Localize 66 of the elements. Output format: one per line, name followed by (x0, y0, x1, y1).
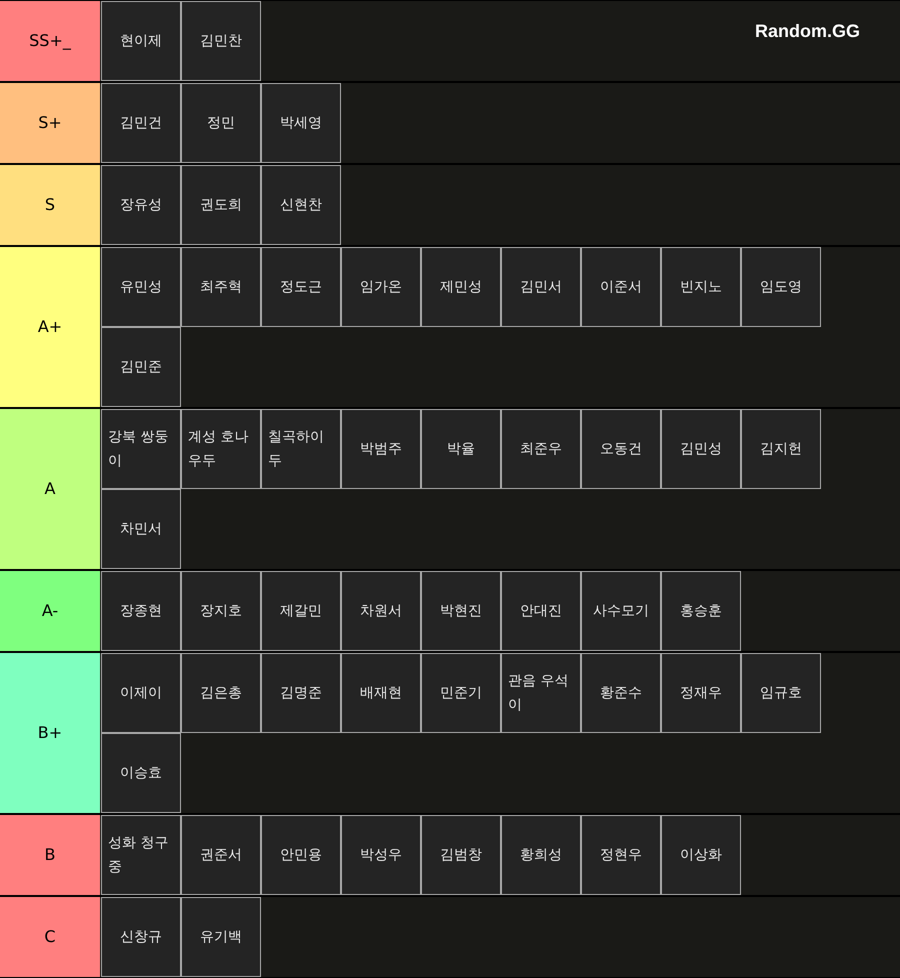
tier-item[interactable]: 현이제 (101, 1, 181, 81)
tier-item[interactable]: 최주혁 (181, 247, 261, 327)
tier-item[interactable]: 임도영 (741, 247, 821, 327)
tier-item[interactable]: 정재우 (661, 653, 741, 733)
tier-label: SS+_ (0, 1, 100, 81)
tier-item[interactable]: 임규호 (741, 653, 821, 733)
tier-item[interactable]: 최준우 (501, 409, 581, 489)
tier-item[interactable]: 홍승훈 (661, 571, 741, 651)
tier-item[interactable]: 임가온 (341, 247, 421, 327)
tier-item[interactable]: 김민준 (101, 327, 181, 407)
tier-item[interactable]: 김명준 (261, 653, 341, 733)
tier-item[interactable]: 정도근 (261, 247, 341, 327)
tier-item[interactable]: 김민서 (501, 247, 581, 327)
tier-label: A- (0, 571, 100, 651)
tier-label: B (0, 815, 100, 895)
tier-item[interactable]: 김은총 (181, 653, 261, 733)
tier-item[interactable]: 안민용 (261, 815, 341, 895)
tier-item[interactable]: 오동건 (581, 409, 661, 489)
tier-label: A+ (0, 247, 100, 407)
tier-item[interactable]: 이제이 (101, 653, 181, 733)
tier-item[interactable]: 박세영 (261, 83, 341, 163)
site-logo: Random.GG (754, 20, 860, 43)
tier-item[interactable]: 신현찬 (261, 165, 341, 245)
tier-item[interactable]: 박현진 (421, 571, 501, 651)
tier-item[interactable]: 사수모기 (581, 571, 661, 651)
tier-item[interactable]: 김민찬 (181, 1, 261, 81)
tier-item[interactable]: 장종현 (101, 571, 181, 651)
tier-item[interactable]: 김민건 (101, 83, 181, 163)
tier-item[interactable]: 차민서 (101, 489, 181, 569)
tier-item[interactable]: 성화 청구중 (101, 815, 181, 895)
tier-label: A (0, 409, 100, 569)
tier-item[interactable]: 제민성 (421, 247, 501, 327)
tier-item[interactable]: 김지헌 (741, 409, 821, 489)
tier-item[interactable]: 이준서 (581, 247, 661, 327)
tier-label: S+ (0, 83, 100, 163)
tier-item[interactable]: 김범창 (421, 815, 501, 895)
tier-item[interactable]: 김민성 (661, 409, 741, 489)
tier-item[interactable]: 배재현 (341, 653, 421, 733)
tier-item[interactable]: 권도희 (181, 165, 261, 245)
tier-item[interactable]: 황희성 (501, 815, 581, 895)
tier-item[interactable]: 장유성 (101, 165, 181, 245)
tier-item[interactable]: 이상화 (661, 815, 741, 895)
tier-item[interactable]: 관음 우석이 (501, 653, 581, 733)
tier-item[interactable]: 민준기 (421, 653, 501, 733)
tier-item[interactable]: 칠곡하이두 (261, 409, 341, 489)
tier-label: C (0, 897, 100, 977)
tier-item[interactable]: 안대진 (501, 571, 581, 651)
tier-item[interactable]: 권준서 (181, 815, 261, 895)
tier-item[interactable]: 유민성 (101, 247, 181, 327)
tier-item[interactable]: 이승효 (101, 733, 181, 813)
tier-item[interactable]: 신창규 (101, 897, 181, 977)
tier-item[interactable]: 빈지노 (661, 247, 741, 327)
tier-item[interactable]: 제갈민 (261, 571, 341, 651)
tier-item[interactable]: 정현우 (581, 815, 661, 895)
tier-item[interactable]: 박범주 (341, 409, 421, 489)
tier-label: S (0, 165, 100, 245)
tier-item[interactable]: 장지호 (181, 571, 261, 651)
tier-item[interactable]: 차원서 (341, 571, 421, 651)
tier-item[interactable]: 계성 호나우두 (181, 409, 261, 489)
tier-item[interactable]: 강북 쌍둥이 (101, 409, 181, 489)
tier-item[interactable]: 유기백 (181, 897, 261, 977)
tier-item[interactable]: 박율 (421, 409, 501, 489)
tier-item[interactable]: 황준수 (581, 653, 661, 733)
tier-item[interactable]: 정민 (181, 83, 261, 163)
tier-label: B+ (0, 653, 100, 813)
tier-item[interactable]: 박성우 (341, 815, 421, 895)
